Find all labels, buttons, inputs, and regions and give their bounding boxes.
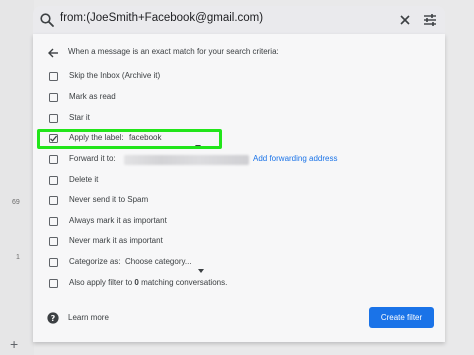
category-select[interactable]: Choose category... — [125, 257, 192, 266]
option-label: Forward it to: — [69, 154, 116, 163]
option-never-spam[interactable]: Never send it to Spam — [33, 193, 445, 209]
option-forward[interactable]: Forward it to: Add forwarding address — [33, 152, 445, 168]
option-label: Star it — [69, 113, 90, 122]
option-also-apply[interactable]: Also apply filter to 0 matching conversa… — [33, 276, 445, 292]
filter-dialog: When a message is an exact match for you… — [33, 34, 445, 342]
option-label: Categorize as: — [69, 257, 121, 266]
count-label: 1 — [16, 254, 20, 261]
help-icon[interactable]: ? — [47, 311, 59, 324]
option-star[interactable]: Star it — [33, 111, 445, 127]
option-skip-inbox[interactable]: Skip the Inbox (Archive it) — [33, 69, 445, 85]
checkbox[interactable] — [49, 114, 58, 123]
option-label: Also apply filter to 0 matching conversa… — [69, 278, 227, 287]
compose-plus-icon[interactable]: + — [10, 336, 18, 352]
matching-count: 0 — [134, 278, 139, 287]
search-input[interactable]: from:(JoeSmith+Facebook@gmail.com) — [60, 12, 263, 24]
checkbox[interactable] — [49, 237, 58, 246]
also-apply-suffix: matching conversations. — [141, 278, 228, 287]
back-arrow-icon[interactable] — [46, 46, 60, 60]
option-categorize[interactable]: Categorize as: Choose category... — [33, 255, 445, 273]
checkbox[interactable] — [49, 155, 58, 164]
count-label: 69 — [12, 199, 20, 206]
option-always-important[interactable]: Always mark it as important — [33, 214, 445, 230]
checkbox[interactable] — [49, 93, 58, 102]
option-label: Mark as read — [69, 92, 116, 101]
close-icon[interactable] — [397, 12, 413, 28]
learn-more-link[interactable]: Learn more — [68, 313, 109, 322]
search-bar[interactable]: from:(JoeSmith+Facebook@gmail.com) — [33, 6, 445, 34]
checkbox[interactable] — [49, 72, 58, 81]
search-icon[interactable] — [39, 12, 55, 28]
checkbox[interactable] — [49, 258, 58, 267]
checkbox[interactable] — [49, 279, 58, 288]
checkbox[interactable] — [49, 176, 58, 185]
checkbox[interactable] — [49, 217, 58, 226]
option-label: Skip the Inbox (Archive it) — [69, 71, 161, 80]
option-mark-read[interactable]: Mark as read — [33, 90, 445, 106]
left-strip: 69 1 + — [0, 0, 34, 355]
option-delete[interactable]: Delete it — [33, 173, 445, 189]
checkbox[interactable] — [49, 196, 58, 205]
filter-header: When a message is an exact match for you… — [68, 47, 279, 56]
option-label: Never mark it as important — [69, 236, 163, 245]
forward-address-select[interactable] — [124, 155, 249, 165]
tune-icon[interactable] — [422, 12, 438, 28]
option-label: Delete it — [69, 175, 99, 184]
highlight-box — [37, 129, 222, 149]
option-label: Always mark it as important — [69, 216, 167, 225]
option-never-important[interactable]: Never mark it as important — [33, 234, 445, 250]
also-apply-prefix: Also apply filter to — [69, 278, 133, 287]
create-filter-button[interactable]: Create filter — [369, 307, 434, 328]
add-forwarding-address-link[interactable]: Add forwarding address — [253, 154, 338, 163]
dropdown-caret-icon[interactable] — [198, 260, 204, 273]
svg-text:?: ? — [51, 314, 56, 323]
option-label: Never send it to Spam — [69, 195, 149, 204]
